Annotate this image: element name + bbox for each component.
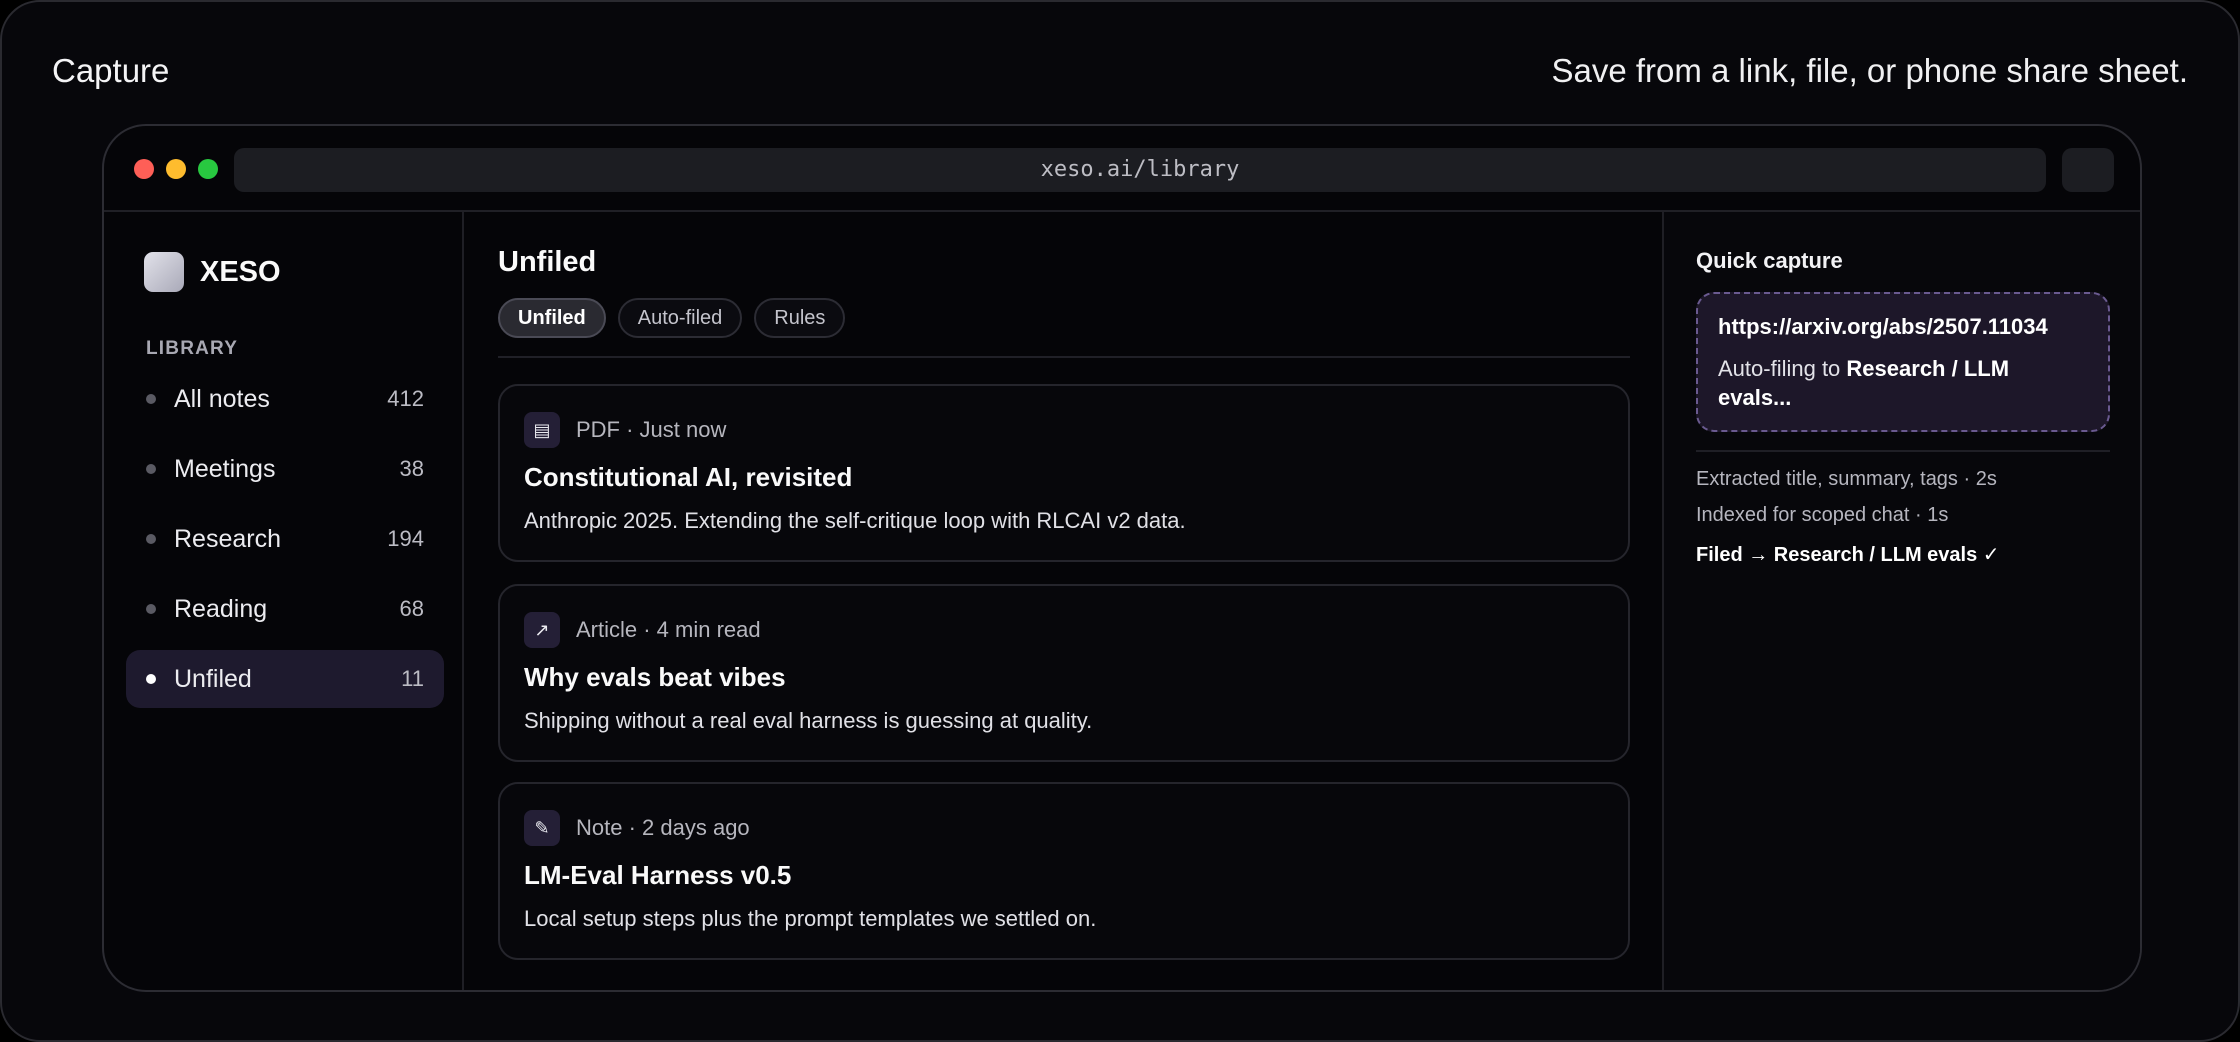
sidebar-item-count: 194 (387, 526, 424, 551)
sidebar-item-count: 68 (399, 596, 424, 621)
maximize-window-button[interactable] (198, 159, 218, 179)
sidebar-item-reading[interactable]: Reading 68 (126, 580, 444, 638)
card-title: LM-Eval Harness v0.5 (524, 860, 792, 890)
sidebar-item-research[interactable]: Research 194 (126, 510, 444, 568)
note-card[interactable]: ✎ Note · 2 days ago LM-Eval Harness v0.5… (498, 782, 1630, 960)
bullet-icon (146, 394, 156, 404)
bullet-icon (146, 464, 156, 474)
divider (1696, 450, 2110, 452)
capture-url: https://arxiv.org/abs/2507.11034 (1718, 314, 2048, 339)
card-description: Shipping without a real eval harness is … (524, 708, 1093, 733)
logo-icon (144, 252, 184, 292)
sidebar-item-label: Meetings (174, 454, 276, 483)
card-title: Constitutional AI, revisited (524, 462, 853, 492)
card-description: Anthropic 2025. Extending the self-criti… (524, 508, 1186, 533)
capture-panel: Capture Save from a link, file, or phone… (0, 0, 2240, 1042)
sidebar-item-label: Reading (174, 594, 268, 623)
sidebar-item-unfiled[interactable]: Unfiled 11 (126, 650, 444, 708)
window-titlebar: xeso.ai/library (104, 126, 2140, 212)
card-meta: Article · 4 min read (576, 617, 761, 642)
bullet-icon (146, 674, 156, 684)
bullet-icon (146, 534, 156, 544)
sidebar-item-count: 11 (401, 666, 424, 691)
card-description: Local setup steps plus the prompt templa… (524, 906, 1097, 931)
section-subtitle: Save from a link, file, or phone share s… (1551, 52, 2188, 89)
card-title: Why evals beat vibes (524, 662, 786, 692)
sidebar-item-label: Unfiled (174, 664, 252, 693)
tab-unfiled[interactable]: Unfiled (498, 298, 606, 338)
capture-log-item: Indexed for scoped chat · 1s (1696, 504, 1949, 526)
note-card[interactable]: ▤ PDF · Just now Constitutional AI, revi… (498, 384, 1630, 562)
quick-capture-panel: Quick capture https://arxiv.org/abs/2507… (1662, 212, 2140, 990)
note-card[interactable]: ↗ Article · 4 min read Why evals beat vi… (498, 584, 1630, 762)
pencil-icon: ✎ (524, 810, 560, 846)
address-bar[interactable]: xeso.ai/library (234, 148, 2046, 192)
toolbar-button[interactable] (2062, 148, 2114, 192)
tab-rules[interactable]: Rules (754, 298, 846, 338)
sidebar-item-label: All notes (174, 384, 270, 413)
tab-auto-filed[interactable]: Auto-filed (617, 298, 743, 338)
sidebar-item-meetings[interactable]: Meetings 38 (126, 440, 444, 498)
bullet-icon (146, 604, 156, 614)
brand-name: XESO (200, 255, 281, 288)
filter-tabs: Unfiled Auto-filed Rules (498, 298, 857, 338)
sidebar-item-label: Research (174, 524, 281, 553)
sidebar-item-count: 412 (387, 386, 424, 411)
divider (498, 356, 1630, 358)
library-nav: All notes 412 Meetings 38 Research 194 R… (126, 370, 444, 720)
close-window-button[interactable] (134, 159, 154, 179)
sidebar: XESO LIBRARY All notes 412 Meetings 38 R… (104, 212, 464, 990)
browser-window: xeso.ai/library XESO LIBRARY All notes 4… (102, 124, 2142, 992)
capture-status-prefix: Auto-filing to (1718, 356, 1841, 381)
link-arrow-icon: ↗ (524, 612, 560, 648)
card-meta: PDF · Just now (576, 417, 727, 442)
quick-capture-title: Quick capture (1696, 248, 1843, 273)
capture-status: Auto-filing to Research / LLM evals... (1718, 354, 2088, 412)
sidebar-item-count: 38 (399, 456, 424, 481)
main-content: Unfiled Unfiled Auto-filed Rules ▤ PDF ·… (466, 212, 1762, 990)
brand[interactable]: XESO (144, 252, 281, 292)
card-meta: Note · 2 days ago (576, 815, 750, 840)
section-title: Capture (52, 52, 170, 89)
sidebar-item-all-notes[interactable]: All notes 412 (126, 370, 444, 428)
capture-log-item-done: Filed → Research / LLM evals ✓ (1696, 544, 2000, 566)
capture-log-item: Extracted title, summary, tags · 2s (1696, 468, 1997, 490)
quick-capture-dropzone[interactable]: https://arxiv.org/abs/2507.11034 Auto-fi… (1696, 292, 2110, 432)
document-icon: ▤ (524, 412, 560, 448)
page-title: Unfiled (498, 246, 597, 278)
minimize-window-button[interactable] (166, 159, 186, 179)
library-section-label: LIBRARY (146, 338, 239, 359)
